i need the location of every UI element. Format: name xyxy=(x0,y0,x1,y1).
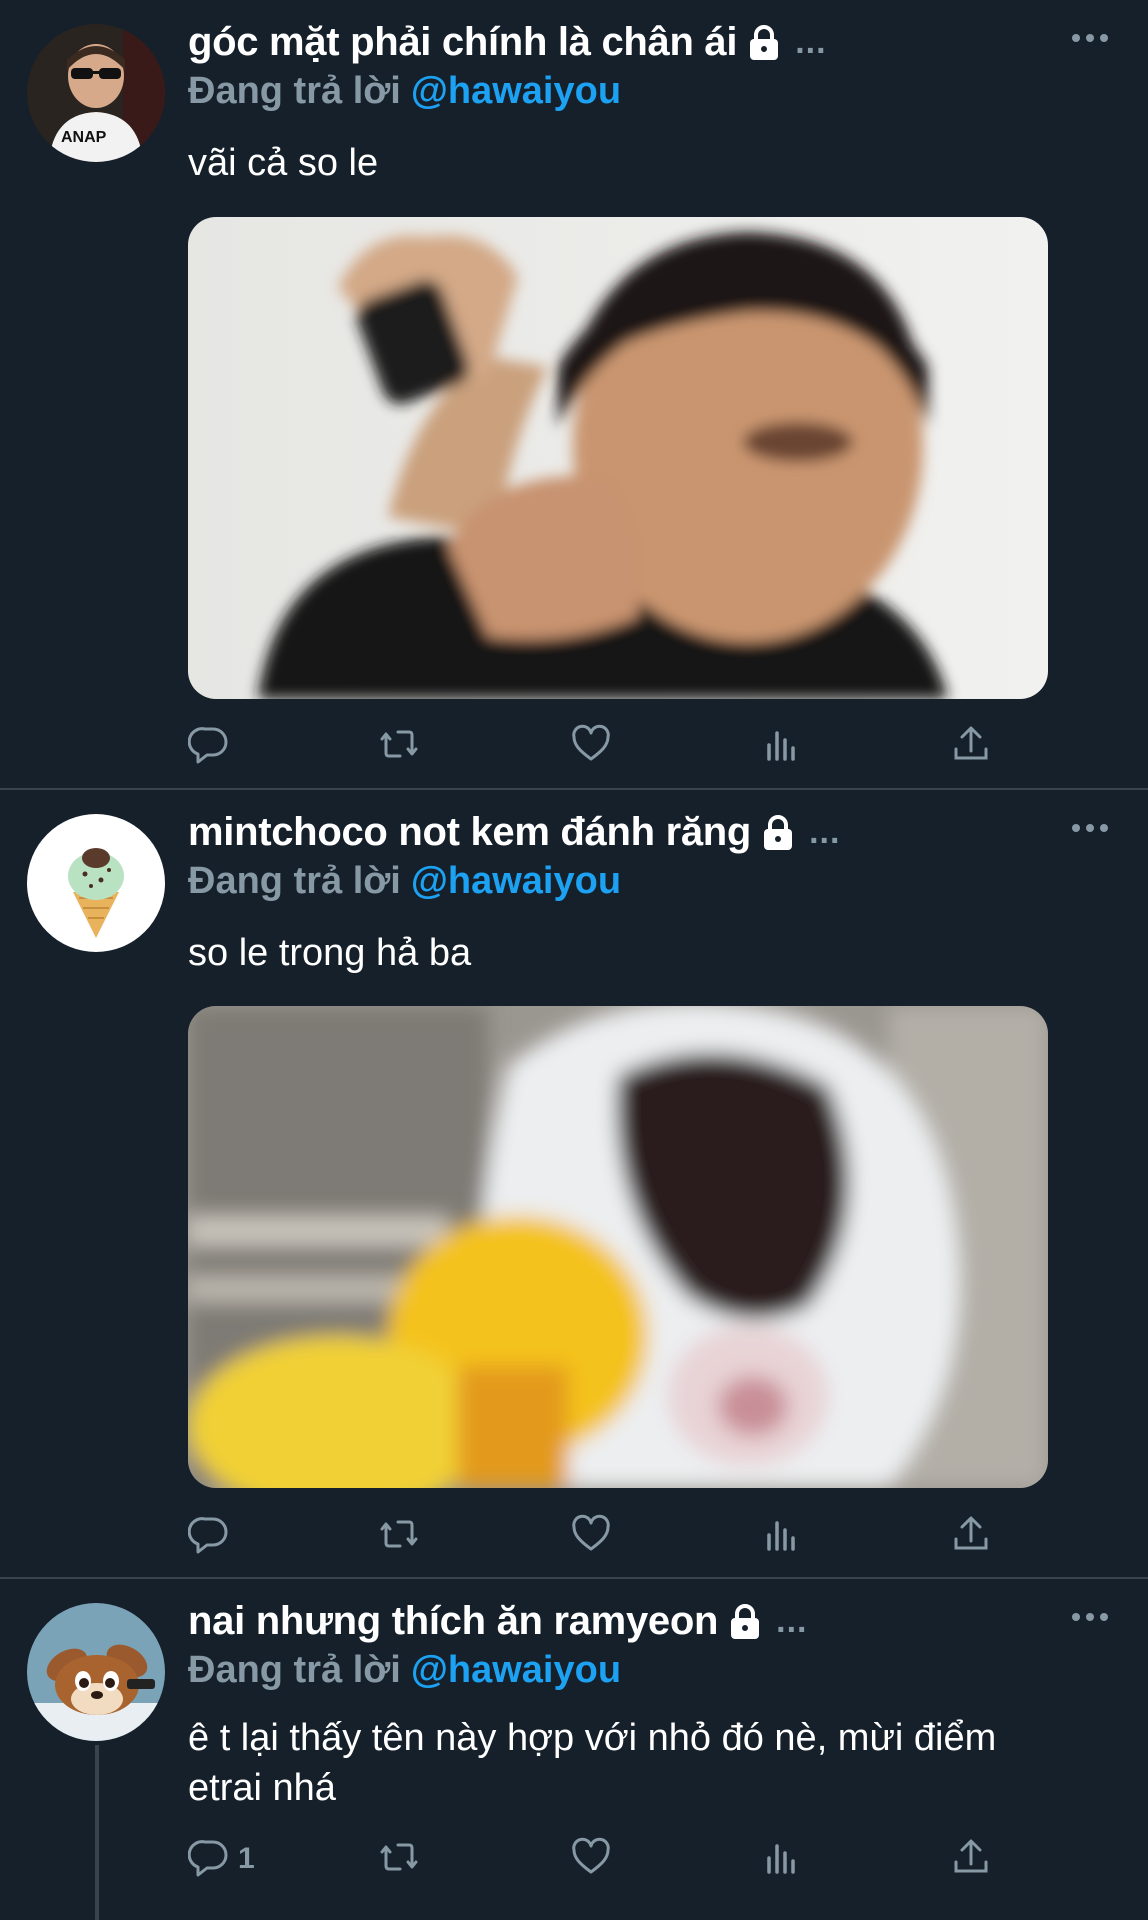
analytics-icon xyxy=(760,1836,802,1883)
retweet-icon xyxy=(378,1836,420,1883)
replying-to-label: Đang trả lời xyxy=(188,860,401,902)
more-icon[interactable] xyxy=(1072,820,1108,836)
analytics-icon xyxy=(760,1513,802,1560)
analytics-icon xyxy=(760,723,802,770)
replying-to-label: Đang trả lời xyxy=(188,70,401,112)
mention-link[interactable]: @hawaiyou xyxy=(411,70,621,112)
tweet-header: nai nhưng thích ăn ramyeon ... xyxy=(188,1599,1068,1644)
reply-icon xyxy=(187,723,230,770)
tweet-actions xyxy=(187,1510,1028,1562)
tweet-media[interactable] xyxy=(188,1006,1048,1488)
lock-icon xyxy=(728,1603,762,1641)
analytics-button[interactable] xyxy=(760,1833,802,1885)
share-button[interactable] xyxy=(950,720,992,772)
reply-icon xyxy=(187,1513,230,1560)
avatar[interactable] xyxy=(27,1603,165,1741)
replying-to: Đang trả lời @hawaiyou xyxy=(188,1649,621,1692)
reply-feed: ANAP góc mặt phải chính là chân ái ... Đ… xyxy=(0,0,1148,1920)
display-name[interactable]: mintchoco not kem đánh răng xyxy=(188,810,751,855)
retweet-button[interactable] xyxy=(378,1833,420,1885)
tweet-text: vãi cả so le xyxy=(188,142,379,184)
like-icon xyxy=(570,1513,612,1560)
share-icon xyxy=(950,1513,992,1560)
share-icon xyxy=(950,1836,992,1883)
tweet-actions: 1 xyxy=(187,1833,1028,1885)
share-icon xyxy=(950,723,992,770)
like-button[interactable] xyxy=(570,1833,612,1885)
lock-icon xyxy=(747,24,781,62)
retweet-button[interactable] xyxy=(378,1510,420,1562)
tweet-text: ê t lại thấy tên này hợp với nhỏ đó nè, … xyxy=(188,1717,997,1809)
like-button[interactable] xyxy=(570,1510,612,1562)
tweet-media[interactable] xyxy=(188,217,1048,699)
svg-text:ANAP: ANAP xyxy=(61,129,107,146)
tweet-actions xyxy=(187,720,1028,772)
tweet-header: mintchoco not kem đánh răng ... xyxy=(188,810,1068,855)
retweet-button[interactable] xyxy=(378,720,420,772)
reply-count: 1 xyxy=(238,1842,255,1875)
replying-to: Đang trả lời @hawaiyou xyxy=(188,70,621,113)
thread-connector-line xyxy=(95,1745,99,1920)
name-overflow-indicator: ... xyxy=(795,23,827,61)
share-button[interactable] xyxy=(950,1510,992,1562)
display-name[interactable]: nai nhưng thích ăn ramyeon xyxy=(188,1599,718,1644)
retweet-icon xyxy=(378,723,420,770)
analytics-button[interactable] xyxy=(760,1510,802,1562)
tweet[interactable]: ANAP góc mặt phải chính là chân ái ... Đ… xyxy=(0,0,1148,786)
retweet-icon xyxy=(378,1513,420,1560)
like-button[interactable] xyxy=(570,720,612,772)
mention-link[interactable]: @hawaiyou xyxy=(411,860,621,902)
reply-button[interactable]: 1 xyxy=(187,1833,255,1885)
reply-button[interactable] xyxy=(187,1510,238,1562)
like-icon xyxy=(570,1836,612,1883)
reply-button[interactable] xyxy=(187,720,238,772)
avatar[interactable]: ANAP xyxy=(27,24,165,162)
replying-to: Đang trả lời @hawaiyou xyxy=(188,860,621,903)
name-overflow-indicator: ... xyxy=(776,1602,808,1640)
display-name[interactable]: góc mặt phải chính là chân ái xyxy=(188,20,738,65)
reply-icon xyxy=(187,1836,230,1883)
share-button[interactable] xyxy=(950,1833,992,1885)
mention-link[interactable]: @hawaiyou xyxy=(411,1649,621,1691)
tweet-header: góc mặt phải chính là chân ái ... xyxy=(188,20,1068,65)
more-icon[interactable] xyxy=(1072,30,1108,46)
lock-icon xyxy=(761,814,795,852)
like-icon xyxy=(570,723,612,770)
analytics-button[interactable] xyxy=(760,720,802,772)
tweet[interactable]: nai nhưng thích ăn ramyeon ... Đang trả … xyxy=(0,1579,1148,1920)
more-icon[interactable] xyxy=(1072,1609,1108,1625)
tweet[interactable]: mintchoco not kem đánh răng ... Đang trả… xyxy=(0,790,1148,1576)
tweet-text: so le trong hả ba xyxy=(188,932,472,974)
avatar[interactable] xyxy=(27,814,165,952)
replying-to-label: Đang trả lời xyxy=(188,1649,401,1691)
name-overflow-indicator: ... xyxy=(809,813,841,851)
